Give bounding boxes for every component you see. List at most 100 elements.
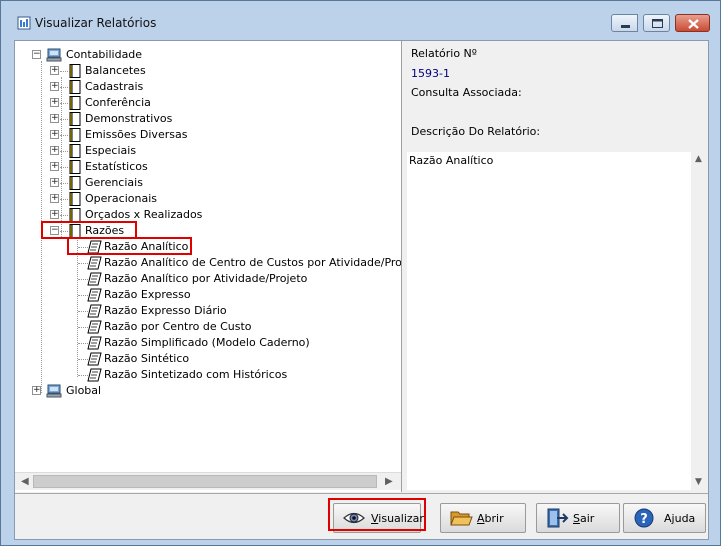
tree-node-label: Razão Analítico de Centro de Custos por … (104, 256, 402, 269)
scroll-down-icon[interactable]: ▼ (695, 477, 702, 487)
tree-node-label: Razão Simplificado (Modelo Caderno) (104, 336, 310, 349)
report-detail-panel: Relatório Nº 1593-1 Consulta Associada: … (403, 41, 708, 492)
tree-horizontal-scrollbar[interactable]: ◀ ▶ (15, 472, 401, 490)
report-sheet-icon (87, 256, 102, 270)
tree-node-label: Cadastrais (85, 80, 144, 93)
tree-guide-line (60, 71, 68, 72)
tree-report-item[interactable]: Razão Expresso Diário (15, 303, 399, 319)
description-text: Razão Analítico (409, 154, 494, 167)
tree-node-folder[interactable]: + Especiais (15, 143, 395, 159)
tree-guide-line (60, 215, 68, 216)
expand-icon[interactable]: + (50, 194, 59, 203)
title-bar[interactable]: Visualizar Relatórios (1, 1, 720, 39)
tree-node-label: Operacionais (85, 192, 158, 205)
tree-node-label: Demonstrativos (85, 112, 173, 125)
tree-guide-line (60, 119, 68, 120)
tree-node-label: Razão Sintético (104, 352, 190, 365)
report-viewer-window: Visualizar Relatórios − Contabilidade + … (0, 0, 721, 546)
minimize-icon (621, 25, 630, 28)
tree-guide-line (60, 135, 68, 136)
svg-text:?: ? (640, 512, 648, 527)
tree-report-item[interactable]: Razão Analítico (15, 239, 399, 255)
tree-node-label: Orçados x Realizados (85, 208, 203, 221)
abrir-button[interactable]: Abrir (440, 503, 526, 533)
client-area: − Contabilidade + Balancetes + Cadastrai… (14, 40, 709, 540)
minimize-button[interactable] (611, 14, 638, 32)
exit-door-icon (547, 508, 569, 528)
report-sheet-icon (87, 288, 102, 302)
report-sheet-icon (87, 304, 102, 318)
report-tree[interactable]: − Contabilidade + Balancetes + Cadastrai… (15, 41, 402, 492)
scroll-right-icon[interactable]: ▶ (385, 476, 393, 487)
tree-node-folder[interactable]: + Demonstrativos (15, 111, 395, 127)
expand-icon[interactable]: + (50, 210, 59, 219)
tree-node-folder[interactable]: + Gerenciais (15, 175, 395, 191)
tree-node-folder[interactable]: + Cadastrais (15, 79, 395, 95)
tree-report-item[interactable]: Razão Sintetizado com Históricos (15, 367, 399, 383)
tree-node-label: Razão Analítico (104, 240, 189, 253)
tree-guide-line (60, 199, 68, 200)
report-number-value: 1593-1 (411, 67, 450, 80)
computer-icon (46, 384, 62, 398)
expand-icon[interactable]: + (32, 386, 41, 395)
visualizar-button[interactable]: Visualizar (333, 503, 424, 533)
tree-node-razoes[interactable]: − Razões (15, 223, 395, 239)
report-sheet-icon (87, 272, 102, 286)
close-button[interactable] (675, 14, 710, 32)
tree-report-item[interactable]: Razão Sintético (15, 351, 399, 367)
tree-node-folder[interactable]: + Conferência (15, 95, 395, 111)
report-book-icon (69, 112, 81, 126)
tree-node-label: Razão Sintetizado com Históricos (104, 368, 288, 381)
tree-node-label: Global (66, 384, 102, 397)
report-book-icon (69, 160, 81, 174)
query-label: Consulta Associada: (411, 86, 522, 99)
maximize-button[interactable] (643, 14, 670, 32)
description-textarea[interactable]: Razão Analítico (407, 152, 691, 490)
tree-report-item[interactable]: Razão Analítico de Centro de Custos por … (15, 255, 401, 271)
sair-button[interactable]: Sair (536, 503, 620, 533)
tree-guide-line (60, 183, 68, 184)
expand-icon[interactable]: + (50, 178, 59, 187)
tree-node-label: Estatísticos (85, 160, 148, 173)
tree-node-contabilidade[interactable]: − Contabilidade (15, 47, 395, 63)
expand-icon[interactable]: + (50, 162, 59, 171)
tree-node-folder[interactable]: + Operacionais (15, 191, 395, 207)
tree-report-item[interactable]: Razão Analítico por Atividade/Projeto (15, 271, 399, 287)
tree-node-folder[interactable]: + Emissões Diversas (15, 127, 395, 143)
expand-icon[interactable]: + (50, 114, 59, 123)
report-book-icon (69, 208, 81, 222)
expand-icon[interactable]: + (50, 66, 59, 75)
tree-report-item[interactable]: Razão por Centro de Custo (15, 319, 399, 335)
collapse-icon[interactable]: − (32, 50, 41, 59)
description-label: Descrição Do Relatório: (411, 125, 541, 138)
report-sheet-icon (87, 240, 102, 254)
expand-icon[interactable]: + (50, 98, 59, 107)
tree-node-label: Razão Expresso (104, 288, 191, 301)
tree-node-folder[interactable]: + Balancetes (15, 63, 395, 79)
tree-node-label: Razão Analítico por Atividade/Projeto (104, 272, 308, 285)
tree-report-item[interactable]: Razão Simplificado (Modelo Caderno) (15, 335, 399, 351)
expand-icon[interactable]: + (50, 82, 59, 91)
report-sheet-icon (87, 336, 102, 350)
tree-node-global[interactable]: + Global (15, 383, 395, 399)
report-number-label: Relatório Nº (411, 47, 477, 60)
tree-report-item[interactable]: Razão Expresso (15, 287, 399, 303)
collapse-icon[interactable]: − (50, 226, 59, 235)
report-book-icon (69, 128, 81, 142)
tree-node-folder[interactable]: + Estatísticos (15, 159, 395, 175)
report-sheet-icon (87, 320, 102, 334)
scroll-thumb[interactable] (33, 475, 377, 488)
scroll-left-icon[interactable]: ◀ (21, 476, 29, 487)
report-book-icon (69, 192, 81, 206)
scroll-up-icon[interactable]: ▲ (695, 154, 702, 164)
expand-icon[interactable]: + (50, 146, 59, 155)
report-book-icon (69, 176, 81, 190)
close-icon (688, 19, 699, 29)
tree-node-folder[interactable]: + Orçados x Realizados (15, 207, 395, 223)
ajuda-button[interactable]: ? Ajuda (623, 503, 706, 533)
maximize-icon (652, 19, 663, 28)
description-vertical-scrollbar[interactable]: ▲ ▼ (691, 152, 708, 490)
report-book-icon (69, 96, 81, 110)
expand-icon[interactable]: + (50, 130, 59, 139)
tree-node-label: Razão por Centro de Custo (104, 320, 252, 333)
